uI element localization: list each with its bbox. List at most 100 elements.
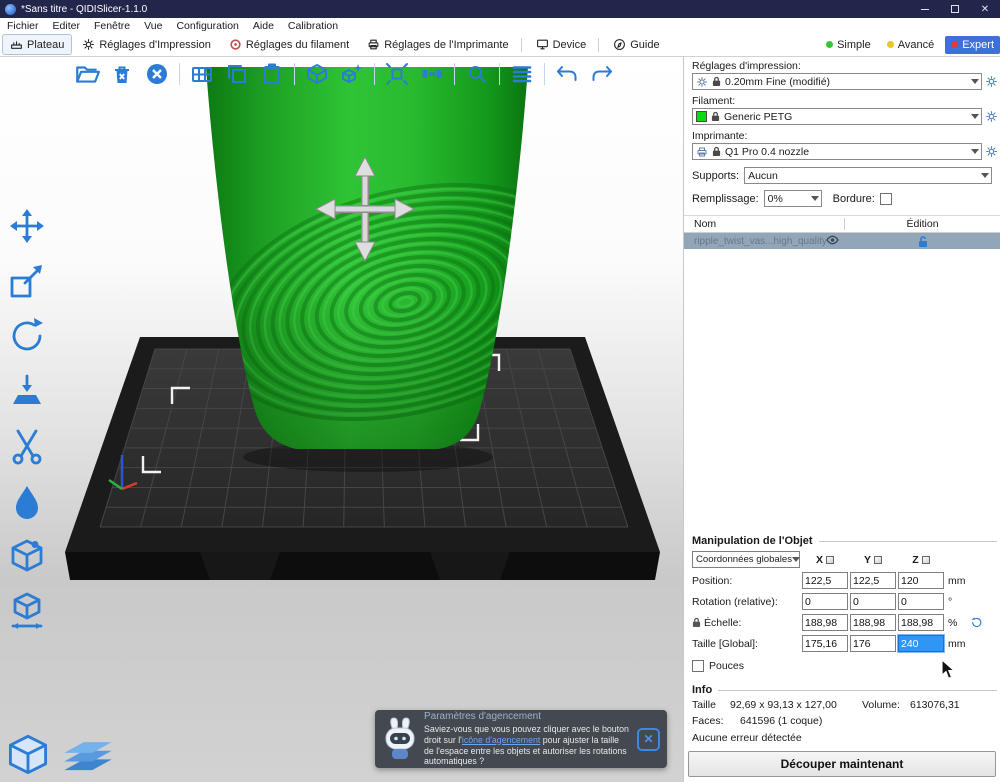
menu-bar: Fichier Editer Fenêtre Vue Configuration… — [0, 18, 1000, 33]
delete-button[interactable] — [107, 59, 137, 89]
size-y-input[interactable] — [850, 635, 896, 652]
object-row[interactable]: ripple_twist_vas...high_quality.STL — [684, 233, 1000, 249]
filament-preset-combo[interactable]: Generic PETG — [692, 108, 982, 125]
rotation-z-input[interactable] — [898, 593, 944, 610]
paste-button[interactable] — [257, 59, 287, 89]
rotation-x-input[interactable] — [802, 593, 848, 610]
title-bar: *Sans titre - QIDISlicer-1.1.0 ✕ — [0, 0, 1000, 18]
scale-row: Échelle: % — [684, 614, 1000, 631]
gizmo-toolbar — [6, 205, 48, 632]
edit-printer-preset-gear-icon[interactable] — [985, 145, 998, 158]
arrange-settings-link[interactable]: icône d'agencement — [462, 735, 540, 745]
object-edit-lock-icon[interactable] — [846, 235, 1000, 248]
editor-view-button[interactable] — [6, 733, 50, 782]
menu-fichier[interactable]: Fichier — [0, 20, 46, 32]
split-object-button[interactable] — [337, 59, 367, 89]
infill-row: Remplissage: 0% Bordure: — [692, 190, 992, 207]
tab-reglages-filament[interactable]: Réglages du filament — [221, 34, 357, 55]
assembly-view-button[interactable] — [302, 59, 332, 89]
tab-guide[interactable]: Guide — [605, 34, 667, 55]
place-on-face-tool-button[interactable] — [6, 370, 48, 412]
uniform-scale-lock-icon[interactable] — [692, 617, 701, 628]
menu-configuration[interactable]: Configuration — [169, 20, 245, 32]
menu-editer[interactable]: Editer — [46, 20, 87, 32]
coordinates-select[interactable]: Coordonnées globales — [692, 551, 800, 568]
brim-checkbox[interactable] — [879, 192, 892, 205]
scene-canvas — [65, 67, 660, 580]
notification-content: Paramètres d'agencement Saviez-vous que … — [424, 711, 631, 768]
object-list-header: Nom Édition — [684, 216, 1000, 233]
flatten-icon — [13, 374, 41, 404]
expert-dot-icon — [951, 41, 959, 48]
menu-vue[interactable]: Vue — [137, 20, 169, 32]
mode-expert[interactable]: Expert — [945, 35, 1000, 54]
print-preset-combo[interactable]: 0.20mm Fine (modifié) — [692, 73, 982, 90]
toolbar-separator — [454, 63, 455, 85]
arrange-gap-button[interactable] — [417, 59, 447, 89]
size-z-input[interactable] — [897, 634, 945, 653]
inches-checkbox[interactable] — [692, 660, 704, 672]
seam-tool-button[interactable] — [6, 535, 48, 577]
gear-icon — [83, 39, 95, 50]
slice-now-button[interactable]: Découper maintenant — [688, 751, 996, 777]
info-size-value: 92,69 x 93,13 x 127,00 — [730, 699, 837, 711]
position-z-input[interactable] — [898, 572, 944, 589]
mode-simple[interactable]: Simple — [821, 37, 876, 53]
plate-grid-icon — [192, 67, 212, 82]
scale-z-input[interactable] — [898, 614, 944, 631]
notification-close-button[interactable]: ✕ — [637, 727, 660, 751]
delete-all-button[interactable] — [142, 59, 172, 89]
scale-x-input[interactable] — [802, 614, 848, 631]
visibility-eye-icon[interactable] — [826, 235, 846, 248]
menu-calibration[interactable]: Calibration — [281, 20, 345, 32]
tab-plateau[interactable]: Plateau — [2, 34, 73, 55]
scale-y-input[interactable] — [850, 614, 896, 631]
infill-value: 0% — [767, 192, 783, 205]
tab-bar: Plateau Réglages d'Impression Réglages d… — [0, 33, 1000, 57]
reset-scale-icon[interactable] — [970, 616, 983, 629]
position-x-input[interactable] — [802, 572, 848, 589]
scale-label: Échelle: — [704, 616, 742, 629]
infill-combo[interactable]: 0% — [763, 190, 822, 207]
close-button[interactable]: ✕ — [970, 0, 1000, 18]
open-file-button[interactable] — [72, 59, 102, 89]
3d-viewport[interactable]: Paramètres d'agencement Saviez-vous que … — [0, 57, 683, 782]
minimize-button[interactable] — [910, 0, 940, 18]
redo-button[interactable] — [587, 59, 617, 89]
menu-fenetre[interactable]: Fenêtre — [87, 20, 137, 32]
arrange-plate-button[interactable] — [187, 59, 217, 89]
position-y-input[interactable] — [850, 572, 896, 589]
layers-preview-icon — [64, 742, 112, 771]
tab-reglages-impression[interactable]: Réglages d'Impression — [74, 34, 219, 55]
rotate-tool-button[interactable] — [6, 315, 48, 357]
maximize-button[interactable] — [940, 0, 970, 18]
cube-icon — [307, 64, 327, 84]
printer-preset-combo[interactable]: Q1 Pro 0.4 nozzle — [692, 143, 982, 160]
size-x-input[interactable] — [802, 635, 848, 652]
mode-avance[interactable]: Avancé — [882, 37, 940, 53]
fill-bed-button[interactable] — [382, 59, 412, 89]
undo-button[interactable] — [552, 59, 582, 89]
measure-tool-button[interactable] — [6, 590, 48, 632]
toolbar-separator — [499, 63, 500, 85]
tab-device[interactable]: Device — [528, 34, 595, 55]
paint-support-tool-button[interactable] — [6, 480, 48, 522]
menu-aide[interactable]: Aide — [246, 20, 281, 32]
tab-reglages-imprimante[interactable]: Réglages de l'Imprimante — [359, 34, 516, 55]
rotation-y-input[interactable] — [850, 593, 896, 610]
cut-tool-button[interactable] — [6, 425, 48, 467]
move-tool-button[interactable] — [6, 205, 48, 247]
paint-drop-icon — [16, 486, 38, 519]
variable-layer-height-button[interactable] — [507, 59, 537, 89]
axis-cube-icon — [874, 555, 882, 564]
edit-print-preset-gear-icon[interactable] — [985, 75, 998, 88]
search-button[interactable] — [462, 59, 492, 89]
scale-tool-button[interactable] — [6, 260, 48, 302]
copy-button[interactable] — [222, 59, 252, 89]
gear-icon — [697, 76, 707, 87]
supports-combo[interactable]: Aucun — [744, 167, 992, 184]
filament-icon — [230, 39, 241, 50]
edit-filament-preset-gear-icon[interactable] — [985, 110, 998, 123]
preview-view-button[interactable] — [60, 731, 116, 782]
layers-lines-icon — [512, 66, 532, 83]
